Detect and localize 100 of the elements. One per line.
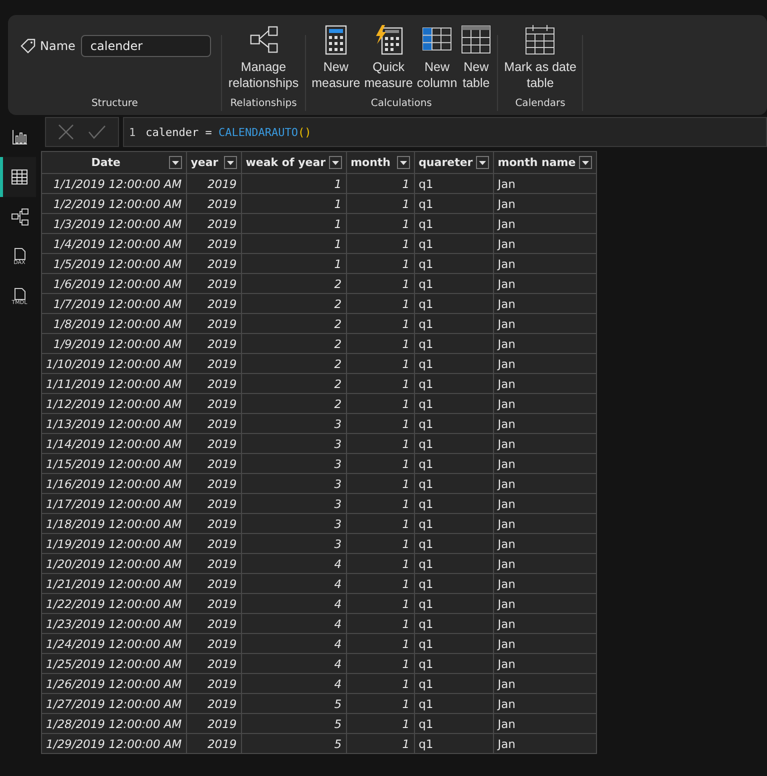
name-field[interactable]: calender xyxy=(81,35,212,57)
table-cell: Jan xyxy=(493,514,596,534)
filter-dropdown-button[interactable] xyxy=(224,156,237,169)
view-button[interactable] xyxy=(0,157,36,197)
column-header[interactable]: Date xyxy=(42,152,186,174)
table-cell: 2019 xyxy=(186,434,242,454)
table-cell: 4 xyxy=(241,614,346,634)
table-cell: Jan xyxy=(493,454,596,474)
table-cell: 1/11/2019 12:00:00 AM xyxy=(42,374,186,394)
calculator-icon xyxy=(324,25,348,55)
table-cell: 1/26/2019 12:00:00 AM xyxy=(42,674,186,694)
table-cell: q1 xyxy=(414,174,494,194)
caret-icon xyxy=(332,160,339,164)
column-header[interactable]: quareter xyxy=(414,152,494,174)
table-cell: 1 xyxy=(346,614,414,634)
table-cell: 1/16/2019 12:00:00 AM xyxy=(42,474,186,494)
tag-icon xyxy=(20,38,36,54)
table-cell: 2019 xyxy=(186,254,242,274)
table-cell: 1 xyxy=(346,254,414,274)
column-header[interactable]: weak of year xyxy=(241,152,346,174)
ribbon-button[interactable]: Manage relationships xyxy=(226,19,301,91)
table-cell: Jan xyxy=(493,174,596,194)
column-header[interactable]: month xyxy=(346,152,414,174)
table-cell: q1 xyxy=(414,574,494,594)
table-cell: 2019 xyxy=(186,314,242,334)
table-cell: 2019 xyxy=(186,594,242,614)
table-cell: q1 xyxy=(414,434,494,454)
table-cell: 2019 xyxy=(186,614,242,634)
table-cell: 1 xyxy=(241,174,346,194)
filter-dropdown-button[interactable] xyxy=(476,156,489,169)
filter-dropdown-button[interactable] xyxy=(168,156,182,169)
table-cell: 2019 xyxy=(186,374,242,394)
table-cell: 2 xyxy=(241,274,346,294)
table-cell: 1 xyxy=(346,174,414,194)
caret-icon xyxy=(226,160,234,164)
ribbon-button[interactable]: Quick measure xyxy=(362,19,415,91)
table-cell: 1/3/2019 12:00:00 AM xyxy=(42,214,186,234)
table-cell: 1 xyxy=(346,574,414,594)
table-cell: q1 xyxy=(414,354,494,374)
filter-dropdown-button[interactable] xyxy=(578,156,592,169)
table-cell: Jan xyxy=(493,474,596,494)
ribbon-button[interactable]: Mark as date table xyxy=(502,19,578,91)
table-cell: 2019 xyxy=(186,534,242,554)
table-cell: 2019 xyxy=(186,334,242,354)
formula-field[interactable]: 1 calender = CALENDARAUTO() xyxy=(123,117,767,147)
table-cell: 4 xyxy=(241,554,346,574)
table-cell: Jan xyxy=(493,254,596,274)
table-cell: 1/28/2019 12:00:00 AM xyxy=(42,714,186,734)
table-cell: 2019 xyxy=(186,734,242,754)
checkmark-icon[interactable] xyxy=(88,125,106,139)
column-header[interactable]: month name xyxy=(493,152,596,174)
table-cell: 1/8/2019 12:00:00 AM xyxy=(42,314,186,334)
table-cell: q1 xyxy=(414,674,494,694)
table-cell: 5 xyxy=(241,714,346,734)
table-cell: q1 xyxy=(414,294,494,314)
table-cell: 1 xyxy=(241,254,346,274)
table-cell: q1 xyxy=(414,234,494,254)
table-cell: 1 xyxy=(346,334,414,354)
table-cell: 1 xyxy=(346,694,414,714)
table-cell: Jan xyxy=(493,234,596,254)
table-cell: Jan xyxy=(493,214,596,234)
column-header[interactable]: year xyxy=(186,152,242,174)
table-cell: Jan xyxy=(493,434,596,454)
table-cell: Jan xyxy=(493,194,596,214)
table-cell: 2 xyxy=(241,394,346,414)
table-cell: Jan xyxy=(493,414,596,434)
table-cell: q1 xyxy=(414,454,494,474)
table-cell: q1 xyxy=(414,554,494,574)
table-cell: 1/29/2019 12:00:00 AM xyxy=(42,734,186,754)
table-cell: Jan xyxy=(493,734,596,754)
table-cell: 1/25/2019 12:00:00 AM xyxy=(42,654,186,674)
close-icon[interactable] xyxy=(58,124,74,140)
ribbon-button[interactable]: New table xyxy=(459,19,494,91)
table-cell: 2019 xyxy=(186,494,242,514)
model-icon xyxy=(10,208,28,226)
caret-icon xyxy=(172,160,179,164)
table-cell: q1 xyxy=(414,254,494,274)
filter-dropdown-button[interactable] xyxy=(328,156,342,169)
table-cell: 1 xyxy=(346,714,414,734)
table-cell: q1 xyxy=(414,694,494,714)
group-label: Calendars xyxy=(515,98,566,111)
table-cell: q1 xyxy=(414,534,494,554)
table-cell: 2019 xyxy=(186,174,242,194)
ribbon-button[interactable]: New measure xyxy=(310,19,362,91)
table-cell: 1 xyxy=(241,194,346,214)
table-cell: 1 xyxy=(346,314,414,334)
table-cell: q1 xyxy=(414,314,494,334)
filter-dropdown-button[interactable] xyxy=(396,156,410,169)
table-cell: 3 xyxy=(241,474,346,494)
ribbon-button[interactable]: New column xyxy=(414,19,460,91)
relationships-icon xyxy=(248,25,280,55)
table-cell: 1 xyxy=(346,234,414,254)
table-cell: Jan xyxy=(493,694,596,714)
table-cell: Jan xyxy=(493,334,596,354)
table-cell: 2019 xyxy=(186,514,242,534)
table-cell: q1 xyxy=(414,614,494,634)
table-cell: 1/24/2019 12:00:00 AM xyxy=(42,634,186,654)
table-cell: 2019 xyxy=(186,714,242,734)
table-icon xyxy=(461,25,492,55)
table-cell: Jan xyxy=(493,354,596,374)
